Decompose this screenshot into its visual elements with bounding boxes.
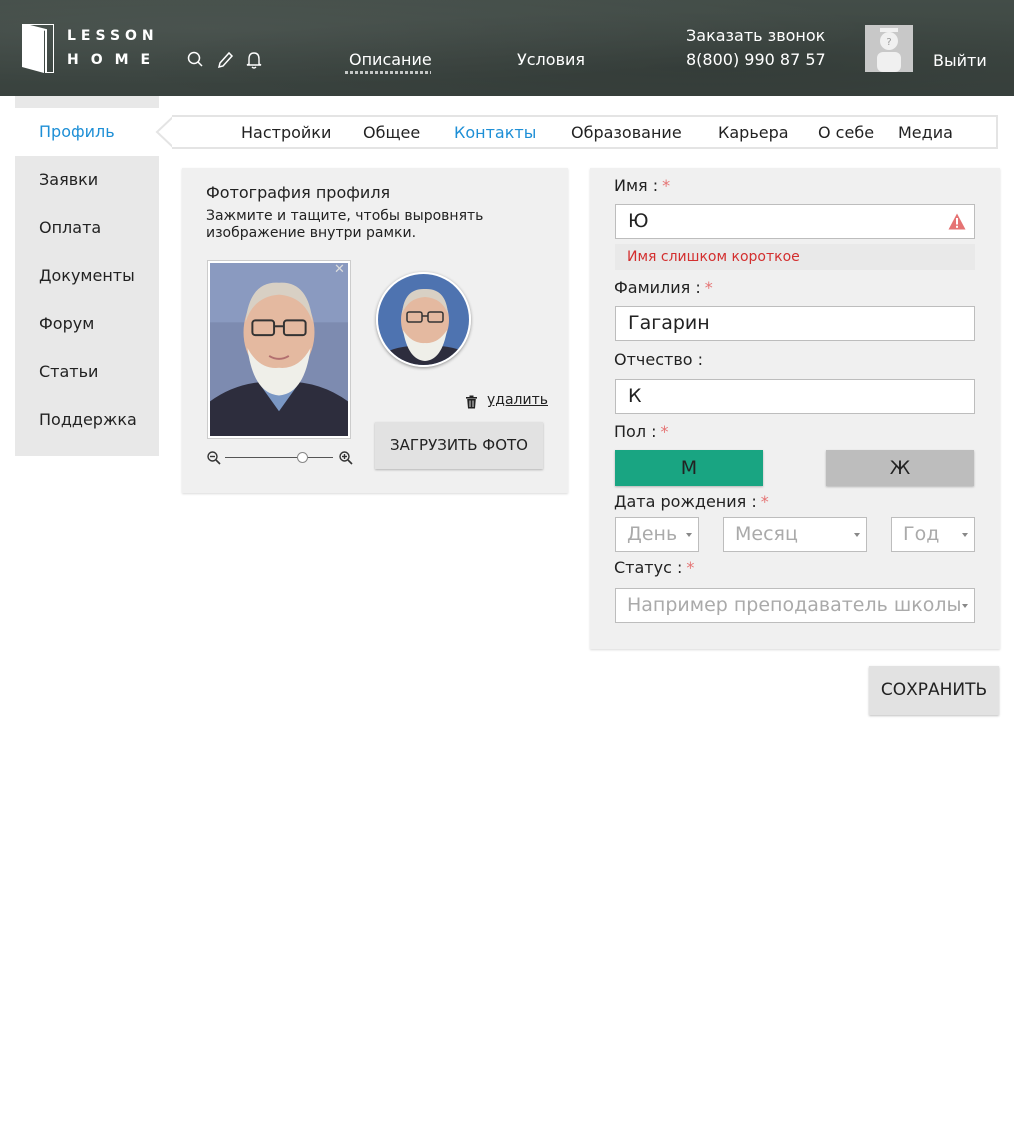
photo-hint: Зажмите и тащите, чтобы выровнять изобра…	[206, 208, 484, 241]
birth-month-placeholder: Месяц	[735, 523, 798, 545]
nav-conditions[interactable]: Условия	[517, 50, 585, 69]
user-placeholder-icon: ?	[877, 28, 901, 72]
sidebar-item-support[interactable]: Поддержка	[15, 396, 159, 444]
logo-text-bottom: HOME	[67, 52, 163, 68]
last-name-field[interactable]: Гагарин	[615, 306, 975, 341]
required-mark: *	[760, 492, 769, 511]
tab-career[interactable]: Карьера	[718, 123, 789, 142]
status-placeholder: Например преподаватель школы	[627, 594, 962, 616]
svg-text:?: ?	[886, 37, 891, 48]
tab-education[interactable]: Образование	[571, 123, 682, 142]
zoom-slider-thumb[interactable]	[297, 452, 309, 463]
sidebar: Профиль Заявки Оплата Документы Форум Ст…	[15, 96, 159, 456]
chevron-down-icon	[686, 533, 692, 537]
phone-number: 8(800) 990 87 57	[686, 50, 826, 69]
logo[interactable]: LESSON HOME	[22, 24, 154, 74]
order-call-link[interactable]: Заказать звонок	[686, 26, 825, 45]
delete-photo-link[interactable]: удалить	[487, 392, 548, 408]
last-name-label-text: Фамилия :	[614, 278, 701, 297]
close-icon[interactable]: ✕	[334, 263, 346, 276]
tab-contacts[interactable]: Контакты	[454, 123, 536, 142]
last-name-label: Фамилия : *	[614, 278, 713, 297]
upload-photo-button[interactable]: ЗАГРУЗИТЬ ФОТО	[375, 422, 543, 469]
chevron-down-icon	[854, 533, 860, 537]
birth-month-select[interactable]: Месяц	[723, 517, 867, 552]
pencil-icon[interactable]	[215, 50, 235, 70]
warning-icon	[948, 213, 966, 230]
zoom-out-icon[interactable]	[206, 450, 222, 466]
zoom-slider-track[interactable]	[225, 457, 333, 458]
photo-panel: Фотография профиля Зажмите и тащите, что…	[182, 168, 568, 493]
save-button[interactable]: СОХРАНИТЬ	[869, 666, 999, 715]
sidebar-item-articles[interactable]: Статьи	[15, 348, 159, 396]
birth-day-select[interactable]: День	[615, 517, 699, 552]
personal-info-form: Имя : * Ю Имя слишком короткое Фамилия : *…	[590, 168, 1000, 649]
photo-crop-frame[interactable]: ✕	[207, 260, 351, 439]
status-select[interactable]: Например преподаватель школы	[615, 588, 975, 623]
chevron-down-icon	[962, 533, 968, 537]
sidebar-item-profile[interactable]: Профиль	[15, 108, 159, 156]
nav-description[interactable]: Описание	[349, 50, 432, 69]
birth-date-label: Дата рождения : *	[614, 492, 769, 511]
sidebar-item-documents[interactable]: Документы	[15, 252, 159, 300]
required-mark: *	[660, 422, 669, 441]
photo-preview	[376, 272, 471, 367]
profile-photo-round	[378, 274, 469, 365]
gender-male-button[interactable]: М	[615, 450, 763, 486]
profile-tabs: Настройки Общее Контакты Образование Кар…	[172, 115, 998, 149]
gender-label: Пол : *	[614, 422, 669, 441]
trash-icon[interactable]	[465, 395, 478, 409]
gender-label-text: Пол :	[614, 422, 657, 441]
bell-icon[interactable]	[244, 50, 264, 70]
gender-female-button[interactable]: Ж	[826, 450, 974, 486]
first-name-value: Ю	[628, 210, 649, 232]
sidebar-item-forum[interactable]: Форум	[15, 300, 159, 348]
tab-about[interactable]: О себе	[818, 123, 874, 142]
birth-date-label-text: Дата рождения :	[614, 492, 757, 511]
birth-day-placeholder: День	[627, 523, 678, 545]
first-name-label-text: Имя :	[614, 176, 659, 195]
required-mark: *	[704, 278, 713, 297]
search-icon[interactable]	[185, 50, 205, 70]
required-mark: *	[686, 558, 695, 577]
nav-active-underline	[345, 71, 431, 74]
door-logo-icon	[22, 24, 54, 73]
avatar[interactable]: ?	[865, 25, 913, 72]
patronymic-label: Отчество :	[614, 350, 704, 369]
tab-general[interactable]: Общее	[363, 123, 420, 142]
chevron-down-icon	[962, 604, 968, 608]
sidebar-item-requests[interactable]: Заявки	[15, 156, 159, 204]
first-name-label: Имя : *	[614, 176, 670, 195]
tab-media[interactable]: Медиа	[898, 123, 953, 142]
required-mark: *	[662, 176, 671, 195]
profile-photo	[210, 263, 348, 436]
tab-settings[interactable]: Настройки	[241, 123, 331, 142]
logo-text-top: LESSON	[67, 28, 159, 44]
status-label: Статус : *	[614, 558, 694, 577]
first-name-error: Имя слишком короткое	[615, 244, 975, 270]
birth-year-placeholder: Год	[903, 523, 940, 545]
sidebar-item-payment[interactable]: Оплата	[15, 204, 159, 252]
first-name-field[interactable]: Ю	[615, 204, 975, 239]
birth-year-select[interactable]: Год	[891, 517, 975, 552]
zoom-in-icon[interactable]	[338, 450, 354, 466]
logout-link[interactable]: Выйти	[933, 51, 987, 70]
photo-title: Фотография профиля	[206, 183, 391, 202]
patronymic-field[interactable]: К	[615, 379, 975, 414]
top-header: LESSON HOME Описание Условия Заказать зв…	[0, 0, 1014, 96]
status-label-text: Статус :	[614, 558, 683, 577]
